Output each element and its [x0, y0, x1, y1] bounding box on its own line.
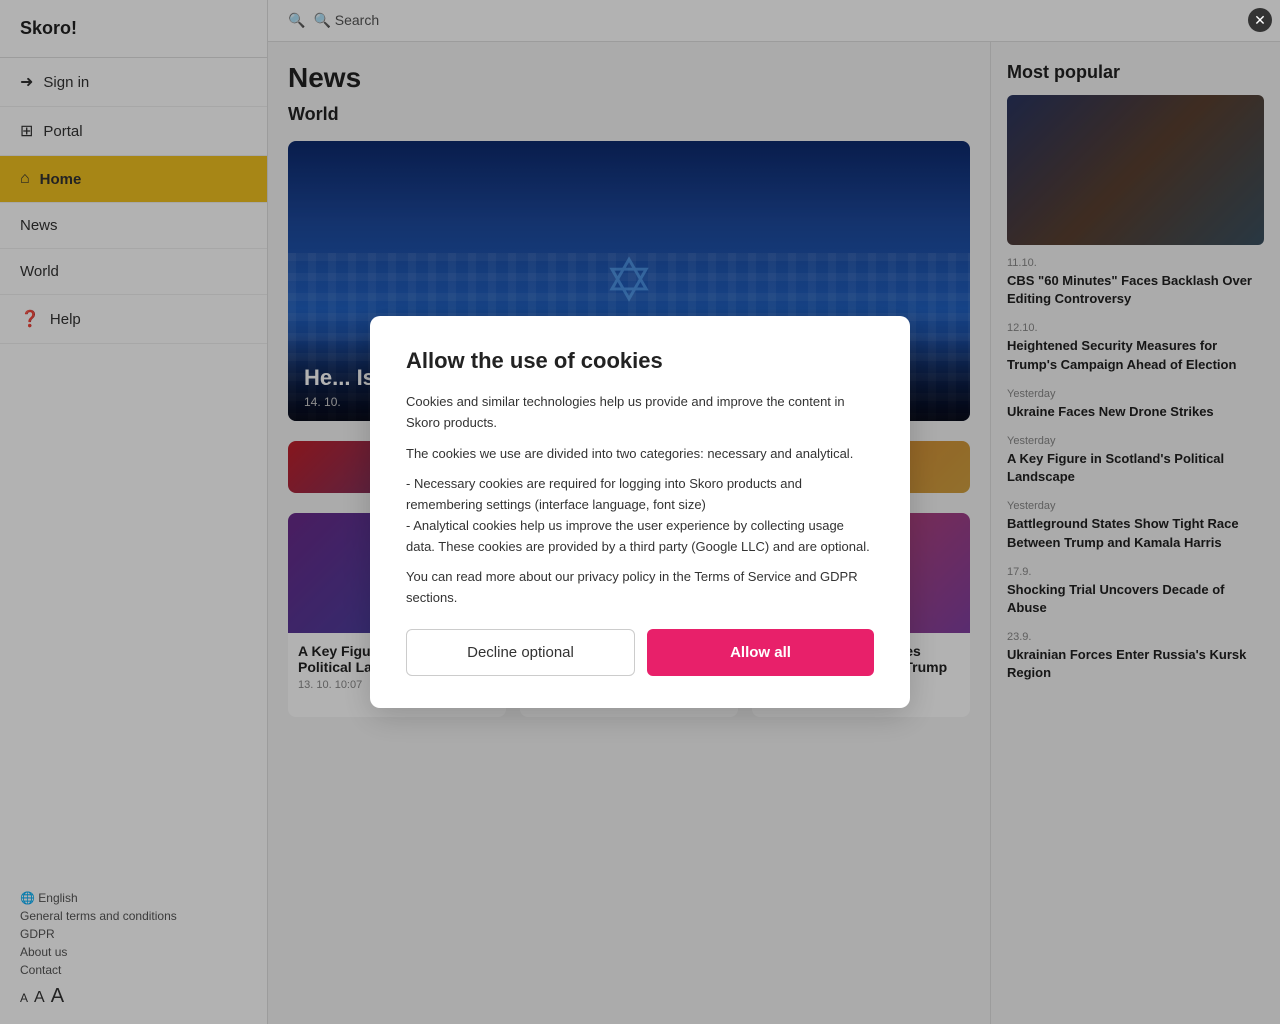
cookie-modal-overlay: Allow the use of cookies Cookies and sim… — [0, 0, 1280, 1024]
cookie-body-p2: The cookies we use are divided into two … — [406, 444, 874, 465]
cookie-modal: Allow the use of cookies Cookies and sim… — [370, 316, 910, 708]
cookie-body-p1: Cookies and similar technologies help us… — [406, 392, 874, 434]
cookie-modal-buttons: Decline optional Allow all — [406, 629, 874, 676]
decline-optional-button[interactable]: Decline optional — [406, 629, 635, 676]
cookie-body-p3: - Necessary cookies are required for log… — [406, 474, 874, 557]
cookie-body-p4: You can read more about our privacy poli… — [406, 567, 874, 609]
cookie-modal-body: Cookies and similar technologies help us… — [406, 392, 874, 609]
allow-all-button[interactable]: Allow all — [647, 629, 874, 676]
cookie-modal-title: Allow the use of cookies — [406, 348, 874, 374]
close-button[interactable]: ✕ — [1248, 8, 1272, 32]
